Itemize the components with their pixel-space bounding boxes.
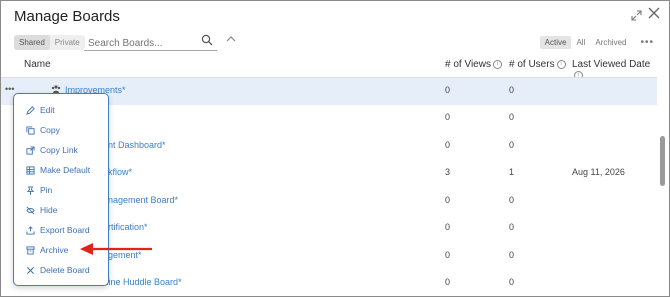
red-arrow-annotation bbox=[80, 243, 152, 255]
views-count: 3 bbox=[445, 167, 451, 177]
users-count: 0 bbox=[509, 250, 515, 260]
views-count: 0 bbox=[445, 112, 451, 122]
external-link-icon bbox=[26, 145, 35, 155]
users-count: 1 bbox=[509, 167, 515, 177]
board-context-menu: Edit Copy Copy Link Make Default Pin Hid… bbox=[13, 93, 109, 286]
export-icon bbox=[26, 225, 35, 235]
column-views-label: # of Views bbox=[445, 59, 491, 70]
menu-item-label: Copy bbox=[40, 125, 60, 135]
users-count: 0 bbox=[509, 140, 515, 150]
more-options-icon[interactable]: ••• bbox=[635, 35, 659, 50]
menu-item-label: Export Board bbox=[40, 225, 90, 235]
menu-item-label: Pin bbox=[40, 185, 53, 195]
menu-item-delete-board[interactable]: Delete Board bbox=[26, 263, 90, 277]
menu-item-label: Hide bbox=[40, 205, 58, 215]
scrollbar-thumb[interactable] bbox=[660, 136, 665, 186]
column-name[interactable]: Name bbox=[24, 59, 51, 70]
toolbar: Shared Private Active All Archived ••• bbox=[14, 33, 659, 51]
column-last-viewed-label: Last Viewed Date bbox=[572, 59, 651, 70]
users-count: 0 bbox=[509, 195, 515, 205]
menu-item-archive[interactable]: Archive bbox=[26, 243, 68, 257]
last-viewed: Aug 11, 2026 bbox=[572, 167, 625, 177]
filter-archived[interactable]: Archived bbox=[590, 36, 631, 49]
eye-off-icon bbox=[26, 206, 35, 214]
menu-item-edit[interactable]: Edit bbox=[26, 103, 55, 117]
users-count: 0 bbox=[509, 277, 515, 287]
filter-active[interactable]: Active bbox=[539, 36, 572, 49]
menu-item-copy[interactable]: Copy bbox=[26, 123, 60, 137]
board-name[interactable]: rtification* bbox=[108, 222, 148, 232]
private-tab[interactable]: Private bbox=[50, 35, 85, 50]
users-count: 0 bbox=[509, 112, 515, 122]
dialog-title: Manage Boards bbox=[14, 8, 120, 25]
menu-item-hide[interactable]: Hide bbox=[26, 203, 57, 217]
board-name[interactable]: nt Dashboard* bbox=[108, 140, 166, 150]
manage-boards-dialog: Manage Boards Shared Private Active All … bbox=[0, 0, 670, 297]
views-count: 0 bbox=[445, 85, 451, 95]
menu-item-make-default[interactable]: Make Default bbox=[26, 163, 90, 177]
filter-all[interactable]: All bbox=[571, 36, 590, 49]
row-actions-icon[interactable]: ••• bbox=[5, 84, 14, 94]
users-count: 0 bbox=[509, 222, 515, 232]
board-name[interactable]: kflow* bbox=[108, 167, 132, 177]
menu-item-export-board[interactable]: Export Board bbox=[26, 223, 90, 237]
x-icon bbox=[26, 266, 35, 274]
menu-item-label: Edit bbox=[40, 105, 55, 115]
shared-tab[interactable]: Shared bbox=[14, 35, 50, 50]
pencil-icon bbox=[26, 105, 35, 115]
visibility-toggle: Shared Private bbox=[14, 35, 85, 50]
close-icon[interactable] bbox=[648, 6, 660, 22]
menu-item-label: Copy Link bbox=[40, 145, 78, 155]
users-count: 0 bbox=[509, 85, 515, 95]
grid-icon bbox=[26, 165, 35, 175]
board-name[interactable]: nagement Board* bbox=[108, 195, 178, 205]
column-views[interactable]: # of Views i bbox=[445, 59, 502, 70]
menu-item-label: Make Default bbox=[40, 165, 91, 175]
search-icon[interactable] bbox=[201, 33, 217, 49]
copy-icon bbox=[26, 125, 35, 135]
column-users[interactable]: # of Users i bbox=[509, 59, 566, 70]
search-box bbox=[84, 33, 217, 51]
search-input[interactable] bbox=[84, 36, 202, 51]
views-count: 0 bbox=[445, 222, 451, 232]
menu-item-label: Archive bbox=[40, 245, 69, 255]
menu-item-label: Delete Board bbox=[40, 265, 90, 275]
menu-item-copy-link[interactable]: Copy Link bbox=[26, 143, 78, 157]
table-header: Name # of Views i # of Users i Last Viewed… bbox=[1, 59, 657, 80]
archive-icon bbox=[26, 245, 35, 255]
info-icon: i bbox=[492, 59, 502, 69]
pin-icon bbox=[26, 185, 35, 195]
chevron-up-icon[interactable] bbox=[226, 34, 236, 46]
expand-icon[interactable] bbox=[631, 8, 642, 24]
status-filter: Active All Archived ••• bbox=[539, 35, 659, 50]
views-count: 0 bbox=[445, 195, 451, 205]
column-users-label: # of Users bbox=[509, 59, 555, 70]
info-icon: i bbox=[556, 59, 566, 69]
views-count: 0 bbox=[445, 277, 451, 287]
menu-item-pin[interactable]: Pin bbox=[26, 183, 52, 197]
views-count: 0 bbox=[445, 140, 451, 150]
views-count: 0 bbox=[445, 250, 451, 260]
